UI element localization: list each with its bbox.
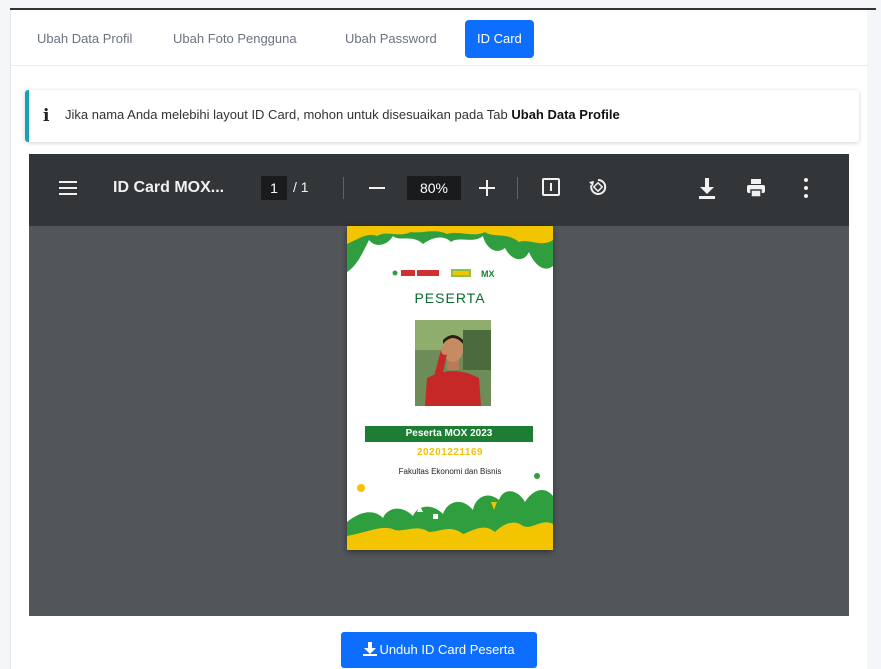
rotate-icon[interactable] xyxy=(587,176,609,198)
download-icon xyxy=(363,642,378,656)
profile-card: Ubah Data Profil Ubah Foto Pengguna Ubah… xyxy=(10,10,868,669)
institution-logos: MX xyxy=(392,269,495,278)
participant-faculty: Fakultas Ekonomi dan Bisnis xyxy=(398,467,502,476)
id-card-preview: MX PESERTA Peserta MOX 2023 20201221169 … xyxy=(347,226,553,550)
info-icon: i xyxy=(43,106,50,126)
participant-photo xyxy=(415,320,491,406)
page-number-input[interactable]: 1 xyxy=(261,176,287,200)
logo-text: MX xyxy=(481,269,495,278)
toolbar-separator xyxy=(343,177,344,199)
zoom-in-icon[interactable] xyxy=(479,180,495,196)
pdf-toolbar: ID Card MOX... 1 / 1 80% xyxy=(29,154,849,226)
card-role-label: PESERTA xyxy=(414,290,486,306)
participant-nim: 20201221169 xyxy=(416,447,484,458)
info-alert: i Jika nama Anda melebihi layout ID Card… xyxy=(25,90,859,142)
document-title: ID Card MOX... xyxy=(113,179,225,196)
participant-name: Peserta MOX 2023 xyxy=(365,426,533,442)
page-total: / 1 xyxy=(293,179,309,195)
print-icon[interactable] xyxy=(745,177,767,199)
more-options-icon[interactable] xyxy=(803,176,809,200)
tab-bar: Ubah Data Profil Ubah Foto Pengguna Ubah… xyxy=(11,10,868,66)
page: Ubah Data Profil Ubah Foto Pengguna Ubah… xyxy=(0,0,881,669)
alert-tab-name: Ubah Data Profile xyxy=(511,107,620,122)
toolbar-separator xyxy=(517,177,518,199)
zoom-level-input[interactable]: 80% xyxy=(407,176,461,200)
tab-ubah-password[interactable]: Ubah Password xyxy=(333,20,449,58)
alert-text: Jika nama Anda melebihi layout ID Card, … xyxy=(65,107,512,122)
tab-ubah-foto-pengguna[interactable]: Ubah Foto Pengguna xyxy=(161,20,309,58)
download-icon[interactable] xyxy=(697,177,717,199)
zoom-out-icon[interactable] xyxy=(369,187,385,189)
download-button-label: Unduh ID Card Peserta xyxy=(379,642,515,657)
fit-page-icon[interactable] xyxy=(542,178,560,196)
download-id-card-button[interactable]: Unduh ID Card Peserta xyxy=(341,632,537,668)
tab-ubah-data-profil[interactable]: Ubah Data Profil xyxy=(25,20,144,58)
alert-message: Jika nama Anda melebihi layout ID Card, … xyxy=(65,107,620,122)
tab-id-card[interactable]: ID Card xyxy=(465,20,534,58)
menu-icon[interactable] xyxy=(59,181,77,195)
pdf-viewer[interactable]: ID Card MOX... 1 / 1 80% MX PESERTA Pese… xyxy=(29,154,849,616)
